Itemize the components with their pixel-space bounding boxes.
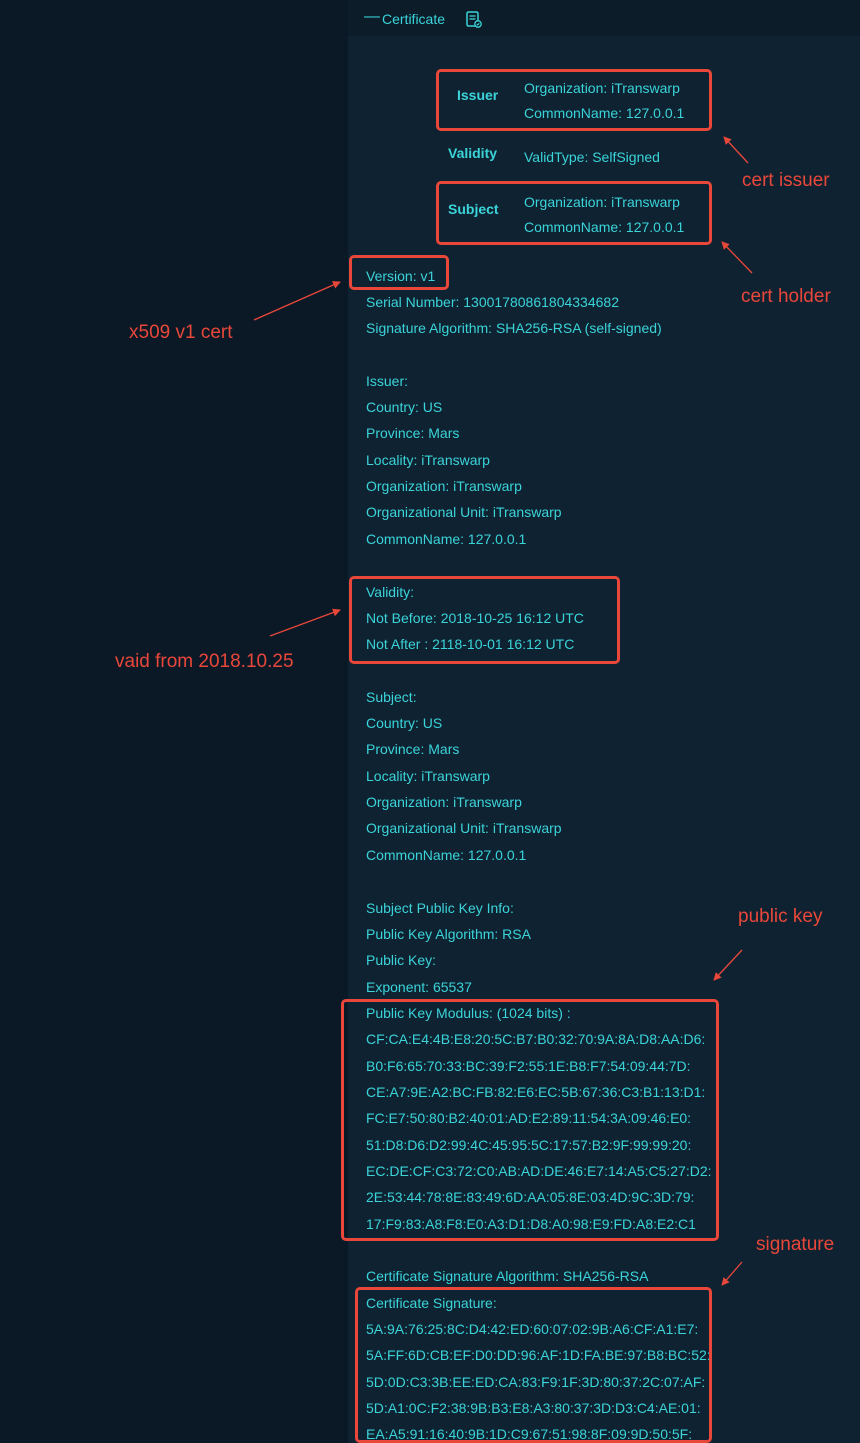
annotation-valid-from: vaid from 2018.10.25 (115, 651, 294, 672)
annotation-x509: x509 v1 cert (129, 322, 233, 343)
annotation-cert-holder: cert holder (741, 286, 831, 307)
annotation-signature: signature (756, 1234, 835, 1255)
annotation-public-key: public key (738, 906, 823, 927)
annotation-cert-issuer: cert issuer (742, 170, 830, 191)
annotation-arrows (253, 136, 753, 1286)
